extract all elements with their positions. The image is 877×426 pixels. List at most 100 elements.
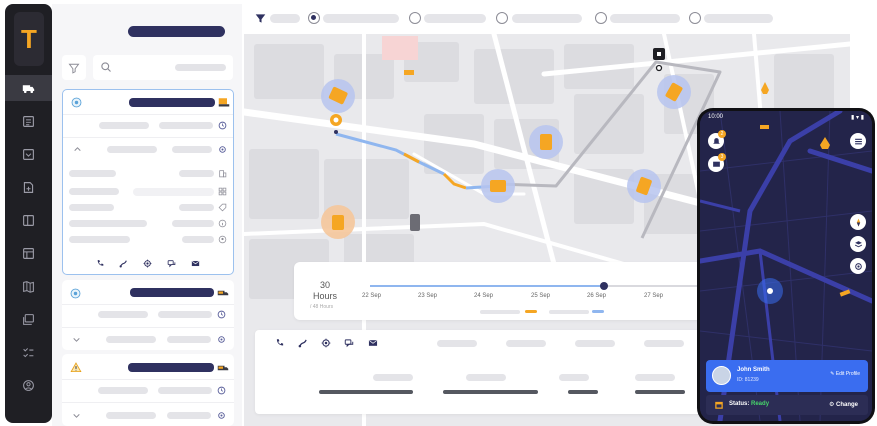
sidebar-item-gallery[interactable] [5, 306, 52, 332]
timeline-track[interactable] [370, 282, 700, 290]
origin-pin[interactable] [330, 114, 342, 134]
driver-card[interactable]: John Smith ID: 81239 ✎ Edit Profile [706, 360, 868, 392]
status-icon [71, 97, 82, 108]
sidebar-nav: T [5, 4, 52, 423]
chevron-up-icon[interactable] [73, 145, 82, 154]
mail-icon[interactable] [368, 338, 378, 348]
driver-status-bar: Status: Ready ⚙ Change [706, 395, 868, 415]
timeline-date: 26 Sep [587, 293, 607, 299]
chat-icon[interactable] [344, 338, 354, 348]
divider [62, 402, 234, 403]
warning-icon [70, 362, 82, 373]
map-icon [23, 280, 34, 293]
divider [63, 137, 233, 138]
table-cell-placeholder [319, 390, 413, 394]
detail-value-placeholder [133, 188, 214, 196]
vehicle-marker[interactable] [321, 79, 355, 113]
sidebar-item-inbox[interactable] [5, 141, 52, 167]
column-header-placeholder [437, 340, 477, 347]
crosshair-icon[interactable] [321, 338, 331, 348]
detail-label-placeholder [69, 188, 119, 195]
vehicle-marker-alert[interactable] [321, 205, 355, 239]
field-placeholder [106, 336, 156, 343]
chevron-down-icon[interactable] [72, 411, 81, 420]
destination-marker[interactable] [653, 48, 665, 72]
filter-radio[interactable] [409, 12, 421, 24]
compass-button[interactable] [850, 214, 866, 230]
filter-icon[interactable] [255, 13, 266, 24]
search-input[interactable] [93, 55, 233, 80]
clock-icon [218, 121, 227, 130]
vehicle-card-selected[interactable] [62, 89, 234, 275]
mail-icon[interactable] [191, 259, 200, 268]
field-placeholder [167, 412, 211, 419]
vehicle-marker[interactable] [627, 169, 661, 203]
change-status-button[interactable]: ⚙ Change [829, 401, 858, 408]
layers-icon [854, 240, 862, 247]
message-badge: 3 [718, 153, 726, 161]
sidebar-item-fleet[interactable] [5, 75, 52, 101]
sidebar-item-layout[interactable] [5, 240, 52, 266]
excavator-icon [218, 98, 230, 107]
detail-label-placeholder [69, 204, 114, 211]
driver-phone-mockup: 10:00 ▮ ▾ ▮ 2 3 John Smith ID: 81239 ✎ E… [697, 108, 875, 424]
route-icon[interactable] [119, 259, 128, 268]
edit-profile-link[interactable]: ✎ Edit Profile [830, 371, 860, 377]
field-placeholder [172, 146, 212, 153]
timeline-date: 24 Sep [474, 293, 494, 299]
sidebar-item-documents[interactable] [5, 174, 52, 200]
phone-icon[interactable] [96, 259, 105, 268]
divider [62, 327, 234, 328]
search-icon [101, 62, 111, 72]
vehicle-card-warning[interactable] [62, 354, 234, 426]
sidebar-item-orders[interactable] [5, 108, 52, 134]
filter-radio-selected[interactable] [308, 12, 320, 24]
chat-icon[interactable] [167, 259, 176, 268]
info-icon [218, 219, 227, 228]
user-icon [218, 235, 227, 244]
layout-icon [23, 247, 34, 259]
app-logo[interactable]: T [14, 12, 44, 66]
filter-button[interactable] [62, 55, 86, 80]
route-icon[interactable] [298, 338, 308, 348]
messages-button[interactable]: 3 [708, 153, 726, 172]
crosshair-icon[interactable] [143, 259, 152, 268]
detail-value-placeholder [179, 170, 214, 177]
vehicle-marker[interactable] [529, 125, 563, 159]
column-header-placeholder [644, 340, 684, 347]
field-placeholder [98, 311, 148, 318]
timeline-date: 22 Sep [362, 293, 382, 299]
vehicle-name-placeholder [128, 363, 214, 372]
filter-radio[interactable] [689, 12, 701, 24]
vehicle-card[interactable] [62, 280, 234, 350]
detail-label-placeholder [69, 236, 130, 243]
chevron-down-icon[interactable] [72, 335, 81, 344]
layers-button[interactable] [850, 236, 866, 252]
table-cell-placeholder [568, 390, 598, 394]
sidebar-item-map[interactable] [5, 273, 52, 299]
gear-icon: ⚙ [828, 402, 836, 408]
vehicle-marker-selected[interactable] [481, 169, 515, 203]
divider [62, 304, 234, 305]
sidebar-item-catalog[interactable] [5, 207, 52, 233]
filter-option-placeholder [512, 14, 582, 23]
phone-status-bar: 10:00 ▮ ▾ ▮ [700, 111, 872, 125]
menu-button[interactable] [850, 133, 866, 149]
phone-screen: 10:00 ▮ ▾ ▮ 2 3 John Smith ID: 81239 ✎ E… [700, 111, 872, 421]
timeline-date: 25 Sep [531, 293, 551, 299]
hours-value: 30 [319, 280, 330, 290]
location-target-icon [218, 412, 225, 419]
legend-swatch-blue [592, 310, 604, 313]
timeline-handle[interactable] [600, 282, 609, 290]
phone-icon[interactable] [275, 338, 285, 348]
notifications-button[interactable]: 2 [708, 130, 726, 149]
sidebar-item-tasks[interactable] [5, 339, 52, 365]
timeline-progress [370, 285, 605, 287]
filter-radio[interactable] [496, 12, 508, 24]
sidebar-item-profile[interactable] [5, 372, 52, 398]
filter-radio[interactable] [595, 12, 607, 24]
book-icon [23, 214, 34, 226]
locate-button[interactable] [850, 258, 866, 274]
vehicle-marker[interactable] [657, 75, 691, 109]
field-placeholder [99, 122, 149, 129]
